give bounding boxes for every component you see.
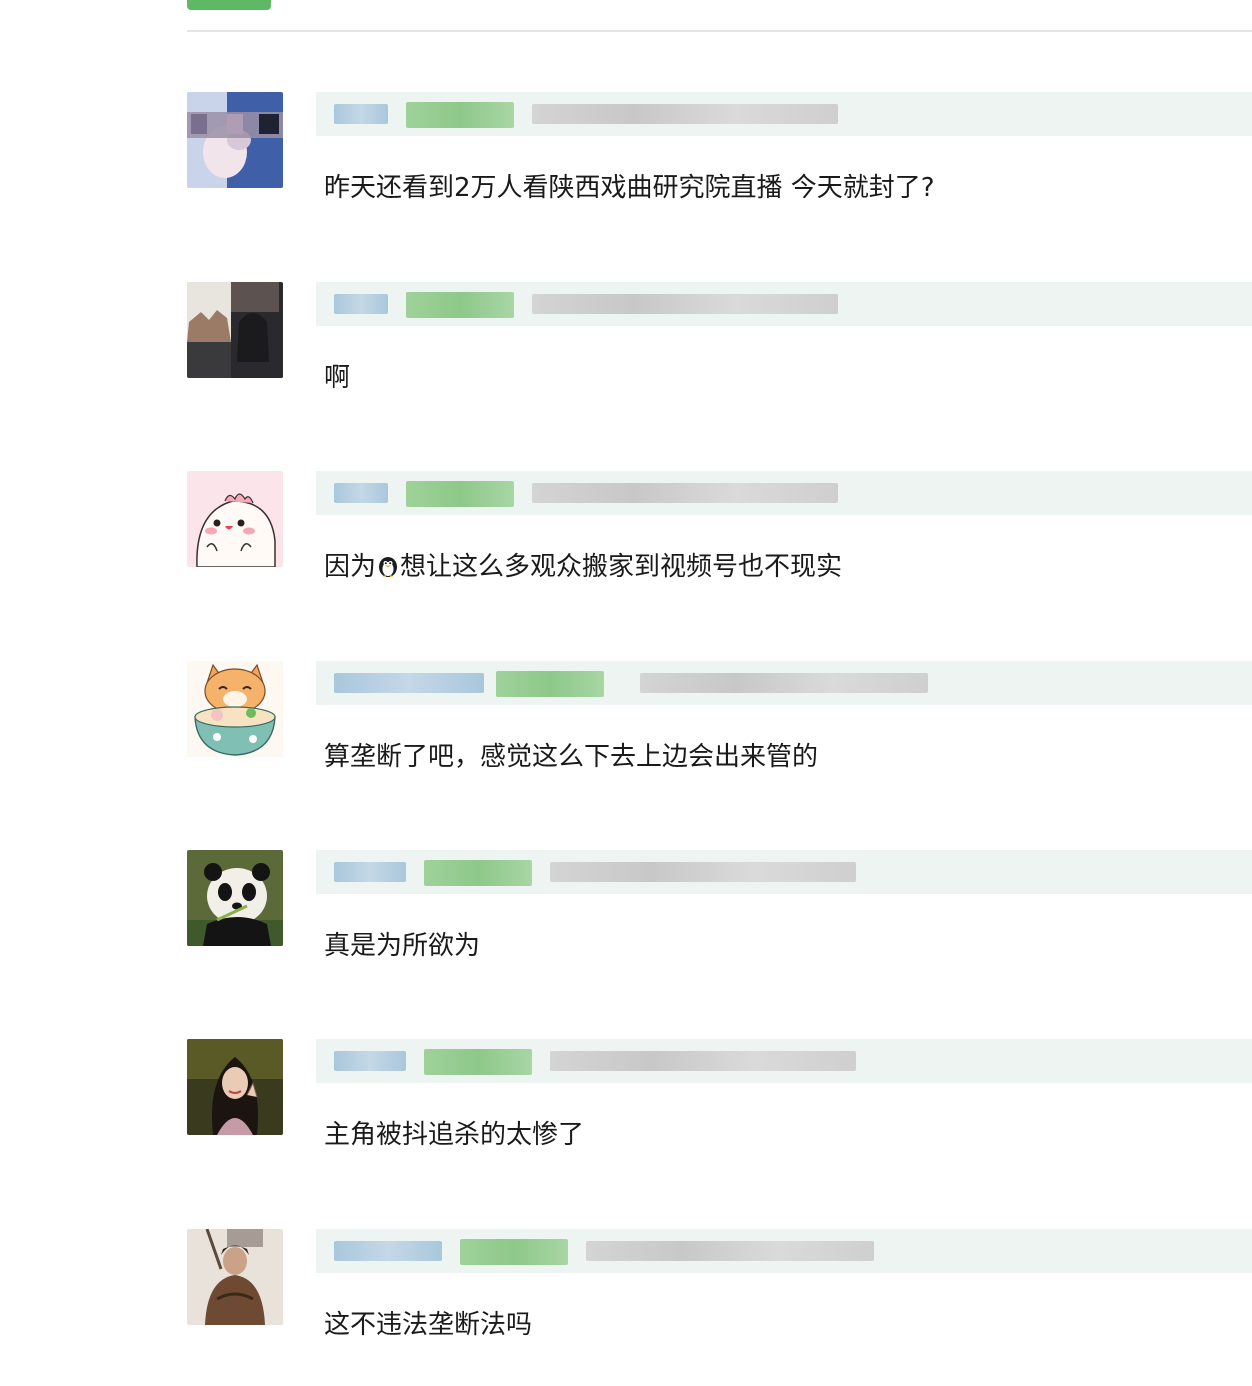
panda-avatar[interactable] [187,850,283,946]
comment-text: 主角被抖追杀的太惨了 [324,1120,585,1150]
comment-meta-redacted [316,1039,1252,1083]
warrior-avatar[interactable] [187,1229,283,1325]
cute-dino-avatar[interactable] [187,471,283,567]
comment-item: 算垄断了吧，感觉这么下去上边会出来管的 [187,661,1252,851]
comment-item: 啊 [187,282,1252,472]
comment-meta-redacted [316,850,1252,894]
comment-item: 主角被抖追杀的太惨了 [187,1039,1252,1229]
tab-bar [187,0,1252,32]
comment-text: 这不违法垄断法吗 [324,1310,533,1340]
person-window-avatar[interactable] [187,282,283,378]
woman-portrait-avatar[interactable] [187,1039,283,1135]
comment-text: 因为 想让这么多观众搬家到视频号也不现实 [324,549,842,585]
comment-text: 啊 [324,363,351,393]
comment-meta-redacted [316,1229,1252,1273]
comment-item: 因为 想让这么多观众搬家到视频号也不现实 [187,471,1252,661]
comment-meta-redacted [316,471,1252,515]
tab-divider [187,30,1252,32]
blurred-person-avatar[interactable] [187,92,283,188]
comment-text-after-icon: 想让这么多观众搬家到视频号也不现实 [400,552,843,582]
comment-text: 真是为所欲为 [324,931,481,961]
comment-meta-redacted [316,282,1252,326]
comment-text: 昨天还看到2万人看陕西戏曲研究院直播 今天就封了? [324,173,935,203]
comment-meta-redacted [316,661,1252,705]
comment-page: 昨天还看到2万人看陕西戏曲研究院直播 今天就封了? 啊 因为 想让这么多观众搬家… [0,0,1252,1386]
comment-text-before-icon: 因为 [324,552,377,582]
comment-item: 真是为所欲为 [187,850,1252,1040]
penguin-icon [376,552,400,577]
tab-replies-active[interactable] [187,0,271,10]
comment-item: 昨天还看到2万人看陕西戏曲研究院直播 今天就封了? [187,92,1252,282]
comment-item: 这不违法垄断法吗 [187,1229,1252,1386]
cat-noodle-avatar[interactable] [187,661,283,757]
comment-text: 算垄断了吧，感觉这么下去上边会出来管的 [324,742,819,772]
comment-meta-redacted [316,92,1252,136]
